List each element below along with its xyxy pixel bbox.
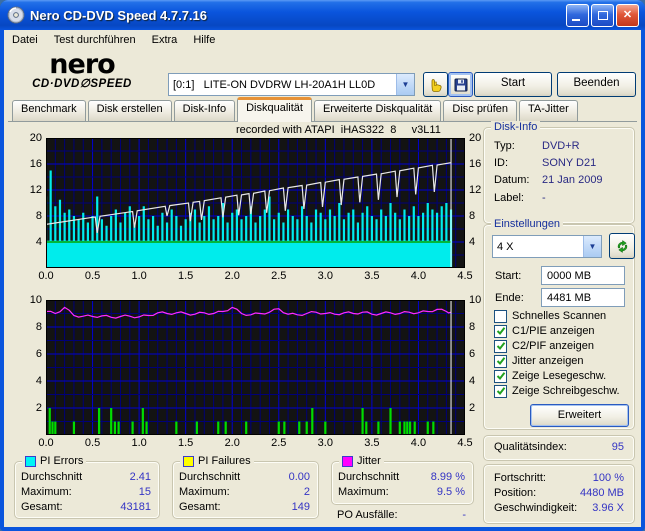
jitter-panel: Jitter Durchschnitt 8.99 % Maximum: 9.5 %: [331, 455, 474, 505]
quality-index-panel: Qualitätsindex: 95: [483, 435, 635, 461]
axis-tick: 0.5: [84, 437, 101, 449]
end-position-label: Ende:: [495, 292, 524, 304]
menu-bar: Datei Test durchführen Extra Hilfe: [4, 30, 641, 49]
tab-strip: Benchmark Disk erstellen Disk-Info Diskq…: [8, 97, 637, 122]
checkbox-jitter-anzeigen[interactable]: [494, 354, 507, 368]
pi-failures-legend-swatch: [183, 455, 194, 467]
axis-tick: 3.0: [317, 270, 333, 282]
axis-tick: 10: [29, 294, 42, 306]
chevron-down-icon[interactable]: ▼: [583, 236, 601, 257]
app-disc-icon: [7, 6, 25, 24]
tab-diskqualitaet[interactable]: Diskqualität: [237, 97, 312, 122]
axis-tick: 4.5: [457, 437, 473, 449]
axis-tick: 1.0: [131, 270, 147, 282]
axis-tick: 4: [35, 375, 42, 387]
settings-panel: Einstellungen 4 X ▼ Start: Ende: Schnell…: [483, 218, 635, 430]
axis-tick: 3.5: [364, 437, 380, 449]
refresh-button[interactable]: [609, 233, 635, 259]
y-axis-left-bottom: 10 8 6 4 2: [16, 294, 42, 439]
maximize-button[interactable]: [591, 3, 614, 27]
x-axis-top: 0.0 0.5 1.0 1.5 2.0 2.5 3.0 3.5 4.0 4.5: [38, 270, 472, 283]
axis-tick: 0.0: [38, 437, 54, 449]
x-axis-bottom: 0.0 0.5 1.0 1.5 2.0 2.5 3.0 3.5 4.0 4.5: [38, 437, 472, 450]
start-position-label: Start:: [495, 270, 522, 282]
quit-button[interactable]: Beenden: [557, 72, 636, 97]
menu-datei[interactable]: Datei: [4, 32, 46, 48]
menu-extra[interactable]: Extra: [144, 32, 186, 48]
axis-tick: 6: [35, 348, 42, 360]
checkbox-c1-pie-anzeigen[interactable]: [494, 324, 507, 338]
start-button[interactable]: Start: [474, 72, 552, 97]
pi-errors-legend-swatch: [25, 455, 36, 467]
axis-tick: 2: [35, 402, 42, 414]
tab-ta-jitter[interactable]: TA-Jitter: [519, 100, 578, 121]
axis-tick: 8: [35, 210, 42, 222]
chart-note: recorded with ATAPI iHAS322 8 v3L11: [236, 124, 441, 136]
app-window: Nero CD-DVD Speed 4.7.7.16 ✕ Datei Test …: [0, 0, 645, 531]
pi-failures-panel: PI Failures Durchschnitt 0.00 Maximum: 2 G…: [172, 455, 319, 519]
axis-tick: 0.5: [84, 270, 101, 282]
tab-benchmark[interactable]: Benchmark: [12, 100, 86, 121]
nero-logo: nero CD·DVD∅SPEED: [32, 49, 132, 90]
axis-tick: 2.5: [271, 437, 287, 449]
progress-panel: Fortschritt: 100 % Position: 4480 MB Gesch…: [483, 464, 635, 524]
y-axis-left-top: 20 16 12 8 4: [16, 132, 42, 272]
axis-tick: 1.5: [178, 437, 194, 449]
jitter-legend-swatch: [342, 455, 353, 467]
axis-tick: 20: [29, 132, 42, 144]
title-bar: Nero CD-DVD Speed 4.7.7.16 ✕: [0, 0, 645, 30]
pi-errors-chart: [46, 138, 465, 268]
tab-erweiterte-diskqualitaet[interactable]: Erweiterte Diskqualität: [313, 100, 442, 121]
jitter-pif-chart: [46, 300, 465, 435]
floppy-disk-icon: [454, 78, 467, 91]
axis-tick: 4: [35, 236, 42, 248]
axis-tick: 4.5: [457, 270, 473, 282]
axis-tick: 1.5: [178, 270, 194, 282]
speed-select[interactable]: 4 X ▼: [492, 235, 602, 258]
tab-disk-info[interactable]: Disk-Info: [173, 100, 236, 121]
checkbox-zeige-lesegeschw[interactable]: [494, 369, 507, 383]
axis-tick: 0.0: [38, 270, 54, 282]
window-title: Nero CD-DVD Speed 4.7.7.16: [30, 7, 208, 23]
axis-tick: 4.0: [410, 437, 427, 449]
hand-icon: [431, 78, 442, 92]
checkbox-zeige-schreibgeschw[interactable]: [494, 384, 507, 398]
axis-tick: 16: [29, 158, 42, 170]
axis-tick: 2.5: [271, 270, 287, 282]
minimize-button[interactable]: [566, 3, 589, 27]
po-failures-row: PO Ausfälle: -: [337, 509, 466, 521]
axis-tick: 3.5: [364, 270, 380, 282]
drive-select[interactable]: [0:1] LITE-ON DVDRW LH-20A1H LL0D ▼: [168, 73, 415, 96]
refresh-icon: [617, 239, 627, 253]
axis-tick: 2.0: [224, 270, 240, 282]
close-button[interactable]: ✕: [616, 3, 639, 27]
axis-tick: 1.0: [131, 437, 147, 449]
disk-info-panel: Disk-Info Typ: DVD+R ID: SONY D21 Datum: 21…: [483, 121, 635, 224]
start-position-input[interactable]: [541, 266, 625, 285]
axis-tick: 3.0: [317, 437, 333, 449]
checkbox-c2-pif-anzeigen[interactable]: [494, 339, 507, 353]
eject-hand-button[interactable]: [423, 72, 448, 97]
tab-disc-pruefen[interactable]: Disc prüfen: [443, 100, 518, 121]
checkbox-schnelles-scannen[interactable]: [494, 309, 507, 323]
advanced-button[interactable]: Erweitert: [530, 404, 629, 427]
tab-disk-erstellen[interactable]: Disk erstellen: [87, 100, 172, 121]
axis-tick: 12: [29, 184, 42, 196]
axis-tick: 2.0: [224, 437, 240, 449]
save-button[interactable]: [448, 72, 473, 97]
axis-tick: 4.0: [410, 270, 427, 282]
axis-tick: 8: [35, 321, 42, 333]
menu-test-durchfuehren[interactable]: Test durchführen: [46, 32, 144, 48]
chevron-down-icon[interactable]: ▼: [396, 74, 414, 95]
pi-errors-panel: PI Errors Durchschnitt 2.41 Maximum: 15 Ge…: [14, 455, 160, 519]
end-position-input[interactable]: [541, 288, 625, 307]
menu-hilfe[interactable]: Hilfe: [185, 32, 223, 48]
